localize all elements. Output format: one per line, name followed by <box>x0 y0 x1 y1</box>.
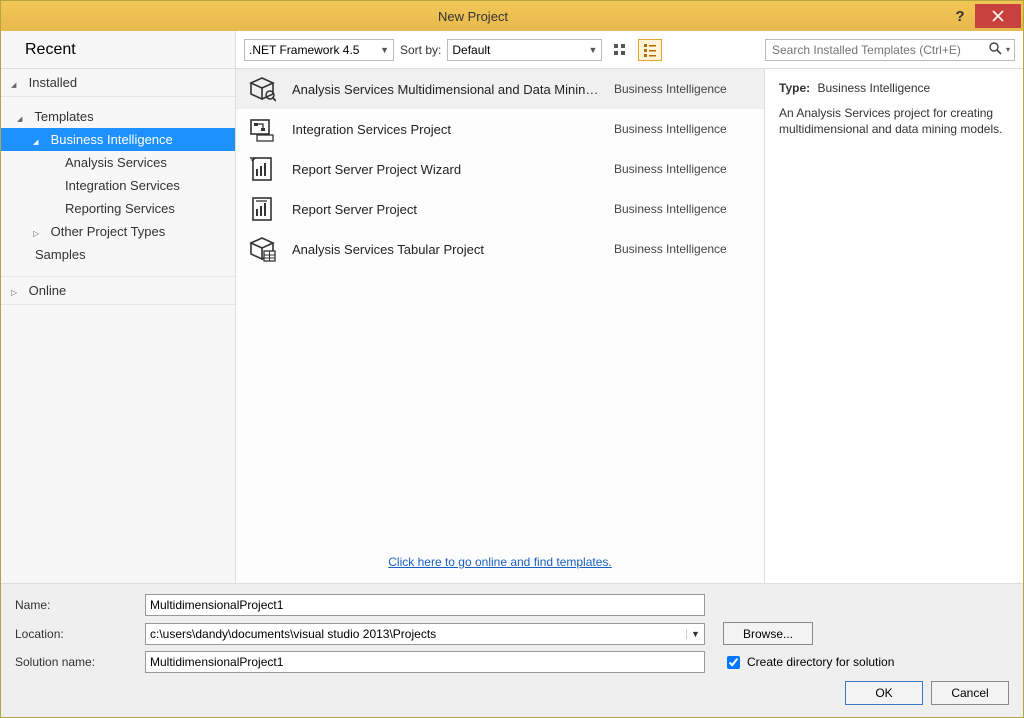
template-name: Report Server Project Wizard <box>292 162 614 177</box>
nav-recent[interactable]: Recent <box>1 41 235 59</box>
dialog-buttons: OK Cancel <box>15 681 1009 705</box>
nav-samples[interactable]: Samples <box>1 243 235 266</box>
chevron-down-icon: ▼ <box>588 45 597 55</box>
view-small-list-button[interactable] <box>638 39 662 61</box>
template-name: Integration Services Project <box>292 122 614 137</box>
template-name: Report Server Project <box>292 202 614 217</box>
location-input[interactable]: ▼ <box>145 623 705 645</box>
caret-closed-icon <box>33 228 43 238</box>
description-pane: Type: Business Intelligence An Analysis … <box>765 69 1023 583</box>
tabular-icon <box>246 233 278 265</box>
titlebar: New Project ? <box>1 1 1023 31</box>
type-value: Business Intelligence <box>817 81 930 95</box>
wizard-icon <box>246 153 278 185</box>
cancel-button[interactable]: Cancel <box>931 681 1009 705</box>
template-row[interactable]: Analysis Services Tabular ProjectBusines… <box>236 229 764 269</box>
template-row[interactable]: Integration Services ProjectBusiness Int… <box>236 109 764 149</box>
nav-analysis-services[interactable]: Analysis Services <box>1 151 235 174</box>
solution-name-label: Solution name: <box>15 655 145 669</box>
mid-toolbar: .NET Framework 4.5▼ Sort by: Default▼ <box>236 39 765 61</box>
nav-business-intelligence[interactable]: Business Intelligence <box>1 128 235 151</box>
chevron-down-icon: ▼ <box>380 45 389 55</box>
caret-open-icon <box>11 79 21 89</box>
ssis-icon <box>246 113 278 145</box>
template-name: Analysis Services Multidimensional and D… <box>292 82 614 97</box>
caret-open-icon <box>17 113 27 123</box>
search-pane: ▾ <box>765 39 1023 61</box>
template-list: Analysis Services Multidimensional and D… <box>236 69 764 545</box>
nav-reporting-services[interactable]: Reporting Services <box>1 197 235 220</box>
caret-closed-icon <box>11 287 21 297</box>
ok-button[interactable]: OK <box>845 681 923 705</box>
template-type-row: Type: Business Intelligence <box>779 81 1009 95</box>
grid-icon <box>613 43 627 57</box>
cube-icon <box>246 73 278 105</box>
view-medium-icons-button[interactable] <box>608 39 632 61</box>
solution-name-input[interactable] <box>145 651 705 673</box>
template-category: Business Intelligence <box>614 242 754 256</box>
template-row[interactable]: Report Server ProjectBusiness Intelligen… <box>236 189 764 229</box>
template-description: An Analysis Services project for creatin… <box>779 105 1009 137</box>
close-button[interactable] <box>975 4 1021 28</box>
nav-installed[interactable]: Installed <box>1 69 235 97</box>
location-label: Location: <box>15 627 145 641</box>
form-area: Name: Location: ▼ Browse... Solution nam… <box>1 583 1023 717</box>
online-templates-link-row: Click here to go online and find templat… <box>236 545 764 583</box>
chevron-down-icon[interactable]: ▼ <box>686 629 704 639</box>
search-dropdown-icon[interactable]: ▾ <box>1006 45 1010 54</box>
nav-integration-services[interactable]: Integration Services <box>1 174 235 197</box>
help-button[interactable]: ? <box>945 8 975 25</box>
report-icon <box>246 193 278 225</box>
template-row[interactable]: Analysis Services Multidimensional and D… <box>236 69 764 109</box>
type-label: Type: <box>779 81 810 95</box>
template-name: Analysis Services Tabular Project <box>292 242 614 257</box>
search-input[interactable]: ▾ <box>765 39 1015 61</box>
template-category: Business Intelligence <box>614 162 754 176</box>
create-directory-checkbox[interactable]: Create directory for solution <box>723 653 894 672</box>
caret-open-icon <box>33 136 43 146</box>
sortby-label: Sort by: <box>400 43 441 57</box>
online-templates-link[interactable]: Click here to go online and find templat… <box>388 555 611 569</box>
close-icon <box>992 10 1004 22</box>
template-category: Business Intelligence <box>614 202 754 216</box>
template-category: Business Intelligence <box>614 82 754 96</box>
search-icon[interactable] <box>987 42 1004 58</box>
main-area: Installed Templates Business Intelligenc… <box>1 69 1023 583</box>
name-label: Name: <box>15 598 145 612</box>
sortby-selector[interactable]: Default▼ <box>447 39 602 61</box>
template-list-pane: Analysis Services Multidimensional and D… <box>236 69 765 583</box>
nav-other-project-types[interactable]: Other Project Types <box>1 220 235 243</box>
window-title: New Project <box>1 9 945 24</box>
nav-tree: Installed Templates Business Intelligenc… <box>1 69 236 583</box>
toolbar-row: Recent .NET Framework 4.5▼ Sort by: Defa… <box>1 31 1023 69</box>
template-category: Business Intelligence <box>614 122 754 136</box>
name-input[interactable] <box>145 594 705 616</box>
list-icon <box>643 43 657 57</box>
new-project-dialog: New Project ? Recent .NET Framework 4.5▼… <box>0 0 1024 718</box>
browse-button[interactable]: Browse... <box>723 622 813 645</box>
nav-templates[interactable]: Templates <box>1 105 235 128</box>
nav-online[interactable]: Online <box>1 276 235 305</box>
template-row[interactable]: Report Server Project WizardBusiness Int… <box>236 149 764 189</box>
framework-selector[interactable]: .NET Framework 4.5▼ <box>244 39 394 61</box>
